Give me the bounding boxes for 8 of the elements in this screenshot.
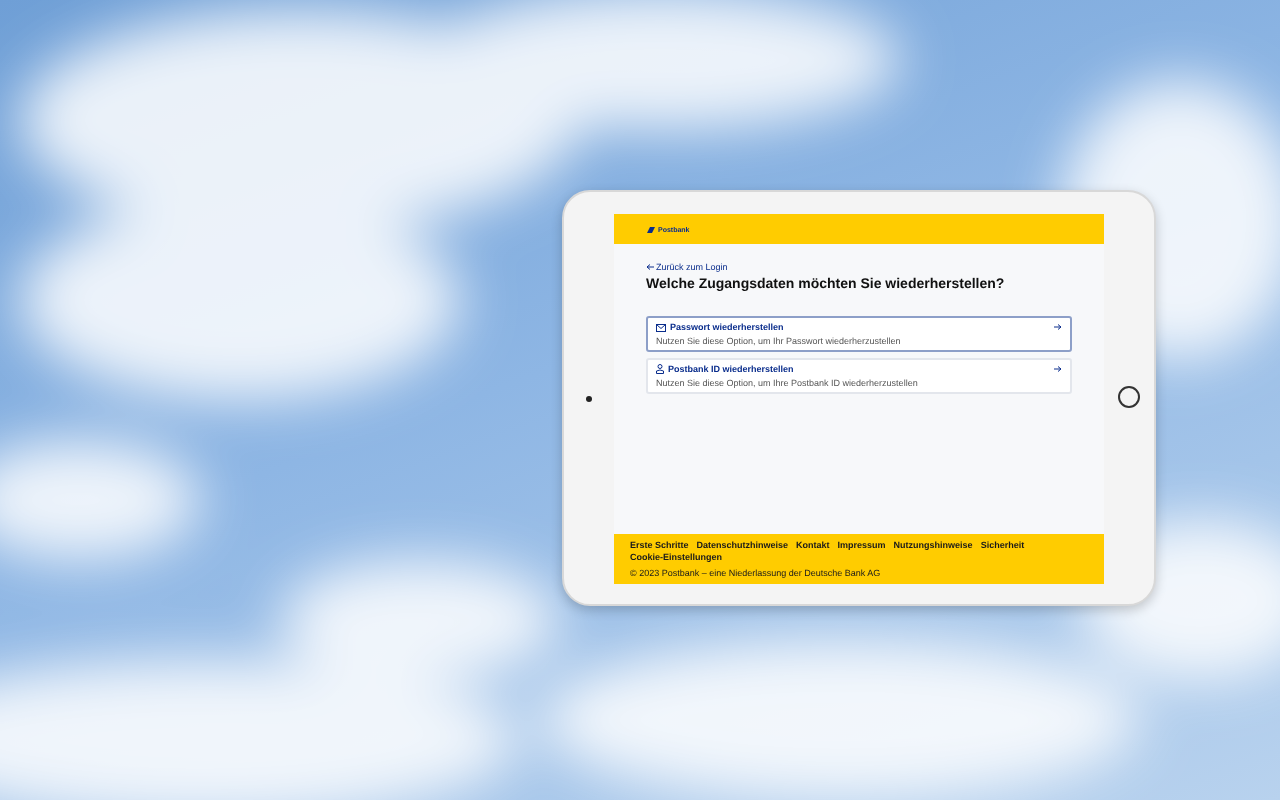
logo-icon <box>646 225 656 233</box>
person-icon <box>656 364 664 374</box>
arrow-icon <box>1054 366 1062 372</box>
home-button[interactable] <box>1118 386 1140 408</box>
back-arrow-icon <box>646 264 654 270</box>
envelope-icon <box>656 323 666 331</box>
arrow-icon <box>1054 324 1062 330</box>
camera-icon <box>586 396 592 402</box>
